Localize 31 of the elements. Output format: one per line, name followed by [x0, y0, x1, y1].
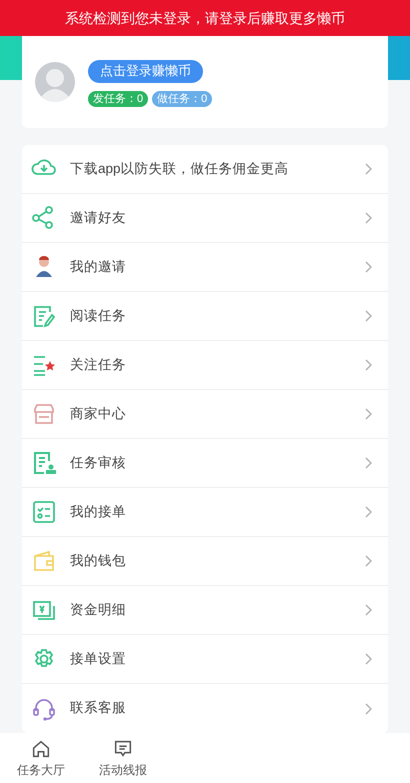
checklist-icon [30, 498, 58, 526]
chevron-right-icon [365, 653, 372, 665]
chevron-right-icon [365, 310, 372, 322]
tab-item[interactable]: 活动线报 [82, 733, 164, 783]
chevron-right-icon [365, 359, 372, 371]
task-count-badge: 做任务：0 [152, 90, 212, 106]
menu-item[interactable]: 联系客服 [70, 698, 353, 719]
chevron-right-icon [365, 506, 372, 518]
chevron-right-icon [365, 555, 372, 567]
menu-item[interactable]: 商家中心 [70, 404, 353, 424]
chevron-right-icon [365, 408, 372, 420]
chevron-right-icon [365, 212, 372, 224]
menu-item[interactable]: 接单设置 [70, 648, 353, 670]
menu-item[interactable]: 我的邀请 [70, 256, 353, 278]
menu-item[interactable]: 我的钱包 [70, 550, 353, 572]
chevron-right-icon [365, 702, 372, 714]
menu-item[interactable]: 阅读任务 [70, 306, 353, 326]
menu-item[interactable]: 邀请好友 [70, 208, 353, 228]
task-count-badge: 发任务：0 [88, 90, 148, 106]
menu-item[interactable]: 我的接单 [70, 502, 353, 522]
menu-item[interactable]: 关注任务 [70, 354, 353, 376]
chevron-right-icon [365, 604, 372, 616]
menu-item[interactable]: 下载app以防失联，做任务佣金更高 [70, 158, 353, 180]
chevron-right-icon [365, 163, 372, 175]
notice-text: 系统检测到您未登录，请登录后赚取更多懒币 [65, 8, 345, 28]
tab-item[interactable]: 任务大厅 [0, 733, 82, 783]
menu-item[interactable]: 资金明细 [70, 600, 353, 620]
chevron-right-icon [365, 457, 372, 469]
menu-item[interactable]: 任务审核 [70, 452, 353, 474]
avatar-icon [34, 61, 76, 103]
chevron-right-icon [365, 261, 372, 273]
